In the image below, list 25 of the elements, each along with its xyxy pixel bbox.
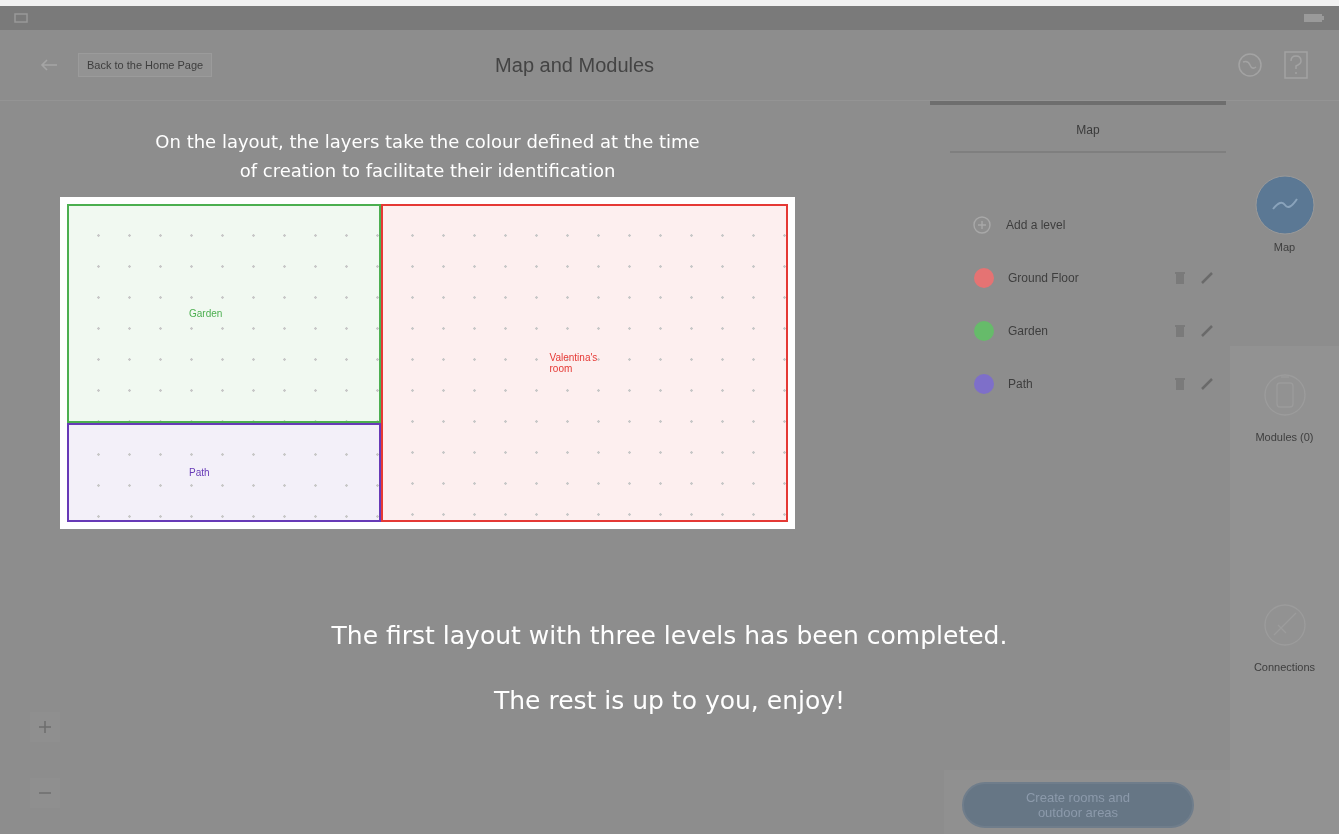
battery-icon	[1303, 12, 1325, 24]
map-tab[interactable]: Map	[950, 113, 1226, 151]
rail-label[interactable]: Connections	[1244, 661, 1325, 673]
back-arrow-icon[interactable]	[40, 58, 58, 72]
room-label: Valentina's room	[549, 352, 599, 374]
rail-label[interactable]: Map	[1244, 241, 1325, 253]
tutorial-message: The first layout with three levels has been completed.	[331, 621, 1008, 650]
back-button[interactable]: Back to the Home Page	[78, 53, 213, 77]
add-icon[interactable]	[972, 215, 992, 235]
page-title: Map and Modules	[494, 53, 656, 77]
tutorial-caption: On the layout, the layers take the colour defined at the time of creation to facilitate their identification	[154, 130, 701, 183]
pencil-icon[interactable]	[1200, 377, 1214, 391]
plus-icon	[38, 720, 52, 734]
rail-label[interactable]: Modules (0)	[1244, 431, 1325, 443]
room-label: Garden	[189, 308, 224, 319]
add-level-link[interactable]: Add a level	[1006, 218, 1066, 232]
level-name[interactable]: Path	[1008, 377, 1160, 391]
tutorial-message: The rest is up to you, enjoy!	[493, 686, 846, 715]
level-name[interactable]: Ground Floor	[1008, 271, 1160, 285]
notification-icon	[14, 12, 28, 24]
pencil-icon[interactable]	[1200, 324, 1214, 338]
room-label: Path	[189, 467, 211, 478]
pencil-icon[interactable]	[1200, 271, 1214, 285]
level-name[interactable]: Garden	[1008, 324, 1160, 338]
map-icon[interactable]	[1254, 175, 1315, 235]
